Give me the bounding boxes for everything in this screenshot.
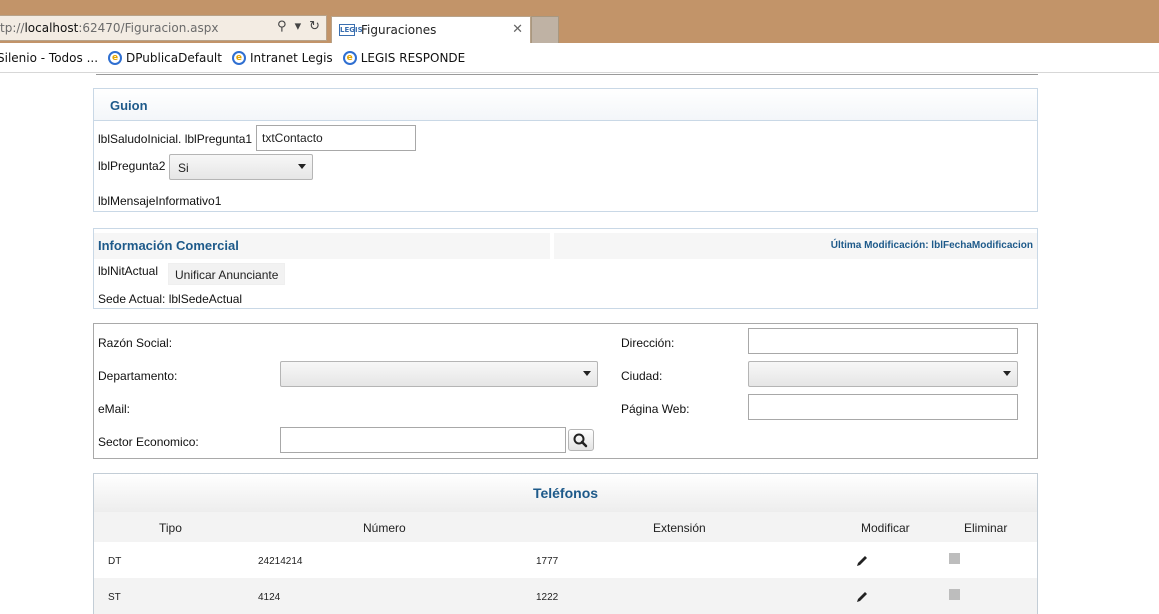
delete-checkbox[interactable] [949,589,960,600]
favorite-intranet[interactable]: e Intranet Legis [231,50,333,65]
ie-icon: e [231,50,246,65]
column-numero: Número [363,521,406,535]
sector-label: Sector Economico: [98,435,199,449]
chevron-down-icon [1003,371,1011,376]
ie-icon: e [108,50,123,65]
legis-favicon-icon: LEGIS [339,24,363,36]
telefonos-header: Teléfonos [94,474,1037,512]
nit-label: lblNitActual [98,264,159,278]
pagina-web-label: Página Web: [621,402,690,416]
guion-header: Guion [94,89,1037,121]
table-row: DT 24214214 1777 [94,542,1037,578]
departamento-select[interactable] [280,361,598,387]
pregunta2-value: Si [178,161,189,175]
tab-title: Figuraciones [361,23,437,37]
comercial-header-right: Última Modificación: lblFechaModificacio… [554,233,1037,259]
dropdown-arrow-icon[interactable]: ▾ [295,19,302,34]
tab-figuraciones[interactable]: LEGIS Figuraciones ✕ [331,16,531,43]
ciudad-select[interactable] [748,361,1018,387]
address-bar[interactable]: tp://localhost:62470/Figuracion.aspx ⚲ ▾… [0,15,327,41]
guion-panel: Guion lblSaludoInicial. lblPregunta1 txt… [93,88,1038,212]
sede-label: Sede Actual: lblSedeActual [98,292,243,306]
saludo-label: lblSaludoInicial. lblPregunta1 [98,132,253,146]
favorite-label: Silenio - Todos ... [0,50,99,65]
search-icon[interactable]: ⚲ [277,19,287,34]
pregunta2-select[interactable]: Si [169,154,313,180]
column-eliminar: Eliminar [964,521,1008,535]
email-label: eMail: [98,402,131,416]
telefonos-title: Teléfonos [532,485,599,501]
url-text[interactable]: tp://localhost:62470/Figuracion.aspx [0,21,270,35]
pagina-web-input[interactable] [748,394,1018,420]
page-content: Guion lblSaludoInicial. lblPregunta1 txt… [0,74,1159,614]
favorite-silenio[interactable]: Silenio - Todos ... [0,51,98,65]
last-modified-label: Última Modificación: lblFechaModificacio… [830,240,1033,251]
table-row: ST 4124 1222 [94,578,1037,614]
ie-icon: e [342,50,357,65]
sector-input[interactable] [280,427,566,453]
comercial-title: Información Comercial [98,238,239,253]
cell-numero: 24214214 [258,556,303,567]
column-modificar: Modificar [861,521,910,535]
search-icon [573,433,588,448]
telefonos-panel: Teléfonos Tipo Número Extensión Modifica… [93,473,1038,614]
comercial-panel: Información Comercial Última Modificació… [93,228,1038,309]
unificar-anunciante-button[interactable]: Unificar Anunciante [168,263,286,285]
mensaje-label: lblMensajeInformativo1 [98,194,222,208]
cell-extension: 1777 [536,556,559,567]
favorite-legis-responde[interactable]: e LEGIS RESPONDE [342,50,466,65]
direccion-input[interactable] [748,328,1018,354]
delete-checkbox[interactable] [949,553,960,564]
comercial-header-left: Información Comercial [94,233,550,259]
favorite-label: DPublicaDefault [126,50,222,65]
pencil-icon[interactable] [855,590,869,604]
direccion-label: Dirección: [621,336,675,350]
favorite-dpublica[interactable]: e DPublicaDefault [108,50,222,65]
datos-panel: Razón Social: Departamento: eMail: Secto… [93,323,1038,459]
favorite-label: Intranet Legis [249,50,333,65]
ciudad-label: Ciudad: [621,369,663,383]
pregunta2-label: lblPregunta2 [98,159,166,173]
chevron-down-icon [298,164,306,169]
guion-title: Guion [110,98,148,113]
column-extension: Extensión [653,521,706,535]
departamento-label: Departamento: [98,369,178,383]
favorites-bar: Silenio - Todos ... e DPublicaDefault e … [0,43,1159,73]
cell-extension: 1222 [536,592,559,603]
close-icon[interactable]: ✕ [512,22,523,37]
chevron-down-icon [583,371,591,376]
cell-numero: 4124 [258,592,281,603]
divider [96,74,1038,75]
telefonos-column-headers: Tipo Número Extensión Modificar Eliminar [94,512,1037,542]
pencil-icon[interactable] [855,554,869,568]
contacto-input[interactable]: txtContacto [256,125,416,151]
razon-social-label: Razón Social: [98,336,173,350]
favorite-label: LEGIS RESPONDE [360,50,466,65]
column-tipo: Tipo [159,521,182,535]
cell-tipo: DT [108,556,122,567]
sector-search-button[interactable] [568,429,594,451]
new-tab-button[interactable] [531,16,559,43]
cell-tipo: ST [108,592,121,603]
refresh-icon[interactable]: ↻ [309,19,320,34]
